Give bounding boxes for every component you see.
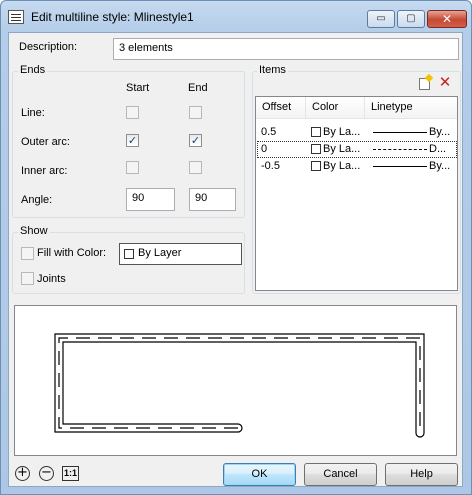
ends-group-label: Ends xyxy=(18,64,48,76)
dashed-line-icon xyxy=(373,149,427,150)
delete-x-icon[interactable]: ✕ xyxy=(437,74,453,90)
item-linetype: By... xyxy=(429,126,451,138)
item-linetype: By... xyxy=(429,160,451,172)
solid-line-icon xyxy=(373,132,427,133)
fill-color-checkbox[interactable] xyxy=(21,247,34,260)
cancel-button[interactable]: Cancel xyxy=(304,463,377,486)
show-group-label: Show xyxy=(18,225,50,237)
items-group-label: Items xyxy=(257,64,288,76)
new-item-icon[interactable] xyxy=(419,73,434,90)
line-label: Line: xyxy=(21,107,45,119)
ok-button[interactable]: OK xyxy=(223,463,296,486)
ends-end-header: End xyxy=(188,82,208,94)
solid-line-icon xyxy=(373,166,427,167)
outer-arc-label: Outer arc: xyxy=(21,136,70,148)
fill-color-select[interactable]: By Layer xyxy=(119,243,242,265)
inner-arc-end-checkbox[interactable] xyxy=(189,161,202,174)
ends-start-header: Start xyxy=(126,82,150,94)
fill-color-value: By Layer xyxy=(138,247,182,259)
item-row[interactable]: -0.5 By La... By... xyxy=(257,158,457,175)
zoom-out-icon[interactable]: − xyxy=(39,466,54,481)
color-swatch xyxy=(311,127,321,137)
multiline-preview xyxy=(14,305,457,456)
color-swatch xyxy=(124,249,134,259)
title-bar[interactable]: Edit multiline style: Mlinestyle1 ▭ ▢ ✕ xyxy=(1,1,471,33)
color-swatch xyxy=(311,144,321,154)
maximize-button[interactable]: ▢ xyxy=(397,10,425,28)
dialog-client: Description: 3 elements Ends Start End L… xyxy=(8,32,463,487)
angle-start-field[interactable]: 90 xyxy=(126,188,175,211)
description-field[interactable]: 3 elements xyxy=(113,38,459,60)
check-mark-icon: ✓ xyxy=(190,134,201,147)
item-offset: 0.5 xyxy=(261,126,277,138)
check-mark-icon: ✓ xyxy=(127,134,138,147)
end-arc xyxy=(415,432,425,438)
multiline-style-icon xyxy=(8,10,24,24)
outer-arc-start-checkbox[interactable]: ✓ xyxy=(126,134,139,147)
line-start-checkbox[interactable] xyxy=(126,106,139,119)
item-row-selected[interactable]: 0 By La... D... xyxy=(257,141,457,158)
item-offset: 0 xyxy=(261,143,268,155)
angle-label: Angle: xyxy=(21,194,53,206)
inner-arc-label: Inner arc: xyxy=(21,165,68,177)
items-list[interactable]: Offset Color Linetype 0.5 By La... By...… xyxy=(255,96,458,291)
angle-end-field[interactable]: 90 xyxy=(189,188,236,211)
color-column-header[interactable]: Color xyxy=(306,97,365,119)
item-row[interactable]: 0.5 By La... By... xyxy=(257,124,457,141)
window-title: Edit multiline style: Mlinestyle1 xyxy=(31,10,194,24)
help-button[interactable]: Help xyxy=(385,463,458,486)
inner-arc-start-checkbox[interactable] xyxy=(126,161,139,174)
center-dashed-multiline xyxy=(58,337,421,433)
item-offset: -0.5 xyxy=(261,160,280,172)
start-arc xyxy=(237,423,243,433)
line-end-checkbox[interactable] xyxy=(189,106,202,119)
linetype-column-header[interactable]: Linetype xyxy=(365,97,457,119)
fill-color-label: Fill with Color: xyxy=(37,247,107,259)
close-button[interactable]: ✕ xyxy=(427,10,467,28)
item-color: By La... xyxy=(323,160,361,172)
offset-column-header[interactable]: Offset xyxy=(256,97,306,119)
outer-multiline xyxy=(54,333,425,433)
item-color: By La... xyxy=(323,126,361,138)
description-label: Description: xyxy=(19,41,78,53)
joints-checkbox[interactable] xyxy=(21,272,34,285)
item-color: By La... xyxy=(323,143,361,155)
color-swatch xyxy=(311,161,321,171)
zoom-one-to-one-icon[interactable]: 1:1 xyxy=(62,466,79,481)
joints-label: Joints xyxy=(37,273,66,285)
preview-drawing xyxy=(54,333,425,438)
item-linetype: D... xyxy=(429,143,447,155)
zoom-in-icon[interactable]: + xyxy=(15,466,30,481)
outer-arc-end-checkbox[interactable]: ✓ xyxy=(189,134,202,147)
inner-multiline xyxy=(62,341,417,433)
dialog-window: Edit multiline style: Mlinestyle1 ▭ ▢ ✕ … xyxy=(0,0,472,495)
minimize-button[interactable]: ▭ xyxy=(367,10,395,28)
